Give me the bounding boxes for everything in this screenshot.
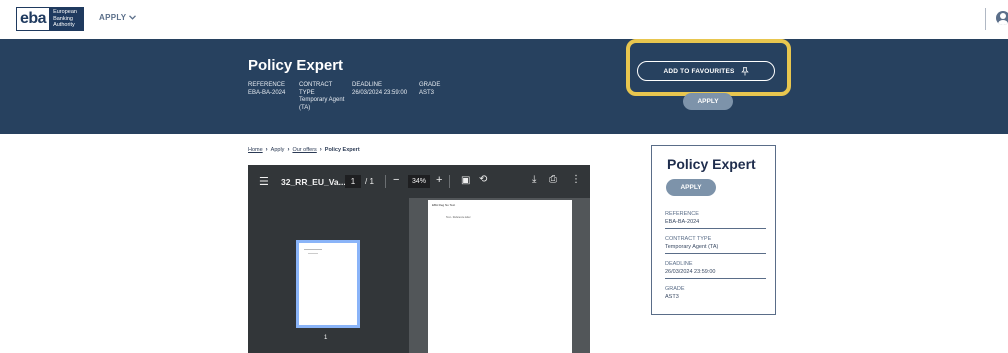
pdf-filename: 32_RR_EU_Va... [281,177,346,187]
pdf-page-text: Text - Reference letter [446,216,471,219]
meta-grade: GRADE AST3 [419,82,441,96]
page-number-input[interactable]: 1 [345,175,361,188]
eba-logo[interactable]: eba European Banking Authority [16,7,85,31]
pin-icon [740,66,749,75]
top-bar: eba European Banking Authority APPLY [0,0,1008,39]
download-icon[interactable]: ⤓ [532,174,536,185]
breadcrumb-separator: › [319,147,322,153]
fit-page-icon[interactable]: ▣ [461,175,470,186]
card-reference: REFERENCE EBA-BA-2024 [665,210,766,229]
card-deadline: DEADLINE 26/03/2024 23:59:00 [665,260,766,279]
print-icon[interactable]: ⎙ [549,174,557,185]
chevron-down-icon [129,15,137,20]
pdf-page-heading: EBA Reg No Text [432,203,456,207]
logo-text: European Banking Authority [50,7,85,31]
thumbnail-text-line [304,249,322,250]
meta-contract-type: CONTRACT TYPE Temporary Agent (TA) [299,82,345,111]
breadcrumb-home[interactable]: Home [248,147,263,153]
zoom-level-input[interactable]: 34% [408,175,430,188]
page-total: / 1 [365,177,374,186]
logo-mark: eba [16,7,51,31]
nav-apply-menu[interactable]: APPLY [99,13,137,22]
job-hero-banner: Policy Expert REFERENCE EBA-BA-2024 CONT… [0,39,1008,134]
card-title: Policy Expert [667,156,756,172]
breadcrumb-current: Policy Expert [324,147,360,153]
card-contract-type: CONTRACT TYPE Temporary Agent (TA) [665,235,766,254]
apply-button[interactable]: APPLY [683,93,733,110]
pdf-thumbnail-sidebar: 1 [248,198,409,353]
user-menu[interactable] [985,8,1008,30]
add-to-favourites-button[interactable]: ADD TO FAVOURITES [637,61,775,81]
job-summary-card: Policy Expert APPLY REFERENCE EBA-BA-202… [651,145,776,315]
pdf-viewer[interactable]: ☰ 32_RR_EU_Va... 1 / 1 − 34% + ▣ ⟲ ⤓ ⎙ ⋮… [248,165,590,353]
page-title: Policy Expert [248,57,344,74]
meta-reference: REFERENCE EBA-BA-2024 [248,82,286,96]
nav-apply-label: APPLY [99,13,127,22]
zoom-in-icon[interactable]: + [436,174,442,186]
breadcrumb-separator: › [287,147,290,153]
pdf-toolbar: ☰ 32_RR_EU_Va... 1 / 1 − 34% + ▣ ⟲ ⤓ ⎙ ⋮ [248,165,590,198]
toolbar-divider [385,175,386,188]
breadcrumb: Home › Apply › Our offers › Policy Exper… [248,147,360,153]
card-apply-button[interactable]: APPLY [666,179,716,196]
thumbnail-text-line [308,253,318,254]
user-circle-icon [996,11,1008,25]
card-grade: GRADE AST3 [665,286,685,300]
add-to-favourites-label: ADD TO FAVOURITES [663,67,735,75]
meta-deadline: DEADLINE 26/03/2024 23:59:00 [352,82,408,96]
breadcrumb-separator: › [265,147,268,153]
thumbnail-page-number: 1 [324,335,328,341]
rotate-icon[interactable]: ⟲ [479,174,487,185]
breadcrumb-our-offers[interactable]: Our offers [292,147,316,153]
toolbar-divider [449,175,450,188]
zoom-out-icon[interactable]: − [393,174,399,186]
pdf-page: EBA Reg No Text Text - Reference letter [428,200,572,353]
menu-icon[interactable]: ☰ [259,175,269,188]
breadcrumb-apply: Apply [270,147,285,153]
more-options-icon[interactable]: ⋮ [571,174,581,185]
page-thumbnail[interactable] [296,240,360,328]
